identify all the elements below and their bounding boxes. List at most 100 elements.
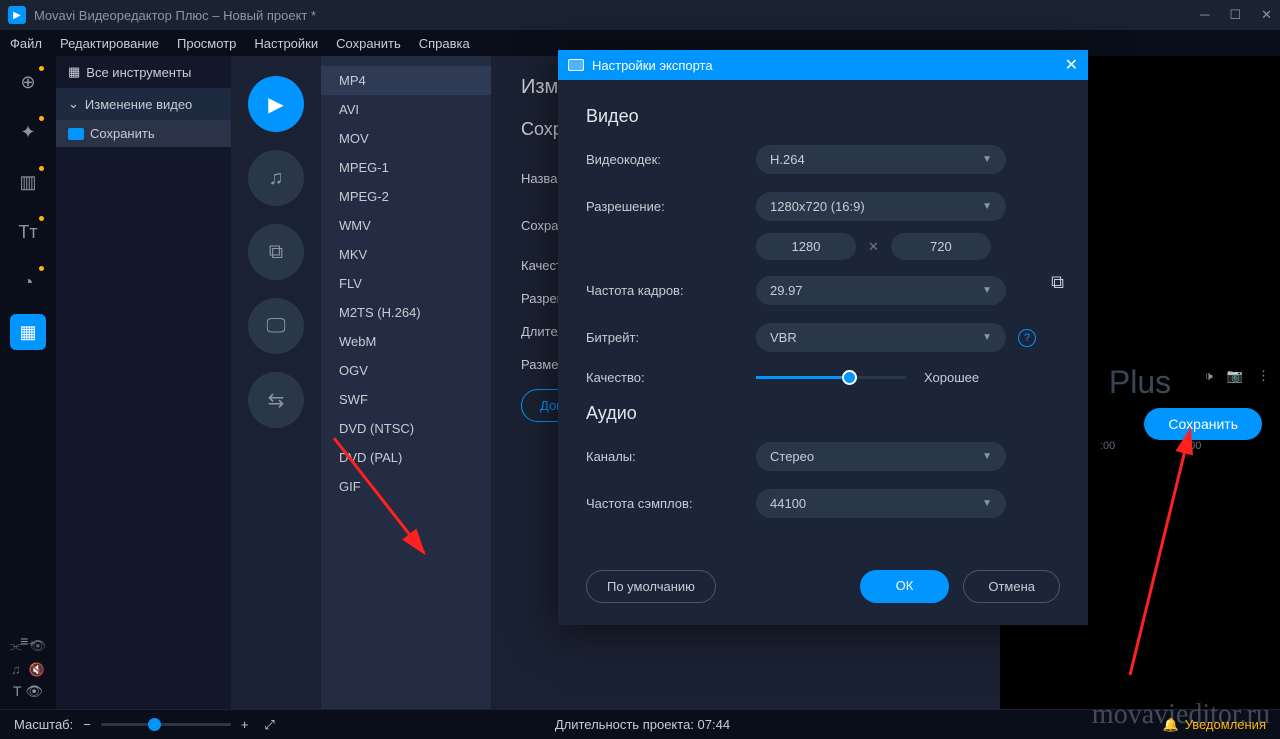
sample-select[interactable]: 44100▼ (756, 489, 1006, 518)
default-button[interactable]: По умолчанию (586, 570, 716, 603)
format-item[interactable]: GIF (321, 472, 491, 501)
format-item[interactable]: MPEG-2 (321, 182, 491, 211)
format-item[interactable]: MP4 (321, 66, 491, 95)
format-item[interactable]: WebM (321, 327, 491, 356)
resolution-select[interactable]: 1280x720 (16:9)▼ (756, 192, 1006, 221)
snapshot-icon[interactable]: 📷 (1227, 368, 1243, 384)
sidepanel-change-video[interactable]: ⌄ Изменение видео (56, 88, 231, 120)
chevron-down-icon: ▼ (982, 451, 992, 462)
track-audio-icon[interactable]: ♫ (11, 662, 21, 678)
ok-button[interactable]: ОК (860, 570, 950, 603)
format-item[interactable]: AVI (321, 95, 491, 124)
resolution-label: Разрешение: (586, 199, 756, 214)
format-item[interactable]: FLV (321, 269, 491, 298)
fps-value: 29.97 (770, 283, 803, 298)
export-video-icon[interactable]: ▶ (248, 76, 304, 132)
codec-select[interactable]: H.264▼ (756, 145, 1006, 174)
preview-toolbar: 🕩 📷 ⋮ (1205, 368, 1270, 384)
notifications[interactable]: 🔔 Уведомления (1163, 717, 1266, 733)
bitrate-value: VBR (770, 330, 797, 345)
tool-text-icon[interactable]: Tᴛ (10, 214, 46, 250)
modal-close-icon[interactable]: ✕ (1065, 55, 1078, 75)
export-audio-icon[interactable]: ♫ (248, 150, 304, 206)
tool-add-icon[interactable]: ⊕ (10, 64, 46, 100)
modal-titlebar: Настройки экспорта ✕ (558, 50, 1088, 80)
link-aspect-icon[interactable]: ⧉ (1051, 272, 1064, 293)
width-input[interactable]: 1280 (756, 233, 856, 260)
bell-icon: 🔔 (1163, 717, 1179, 733)
close-icon[interactable]: ✕ (1261, 7, 1272, 23)
format-item[interactable]: MPEG-1 (321, 153, 491, 182)
maximize-icon[interactable]: ☐ (1229, 7, 1241, 23)
channels-value: Стерео (770, 449, 814, 464)
zoom-label: Масштаб: (14, 717, 73, 732)
export-tv-icon[interactable]: 🖵 (248, 298, 304, 354)
statusbar: Масштаб: − + ⤢ Длительность проекта: 07:… (0, 709, 1280, 739)
save-button[interactable]: Сохранить (1144, 408, 1262, 440)
channels-label: Каналы: (586, 449, 756, 464)
quality-slider-label: Качество: (586, 370, 756, 385)
menu-help[interactable]: Справка (419, 36, 470, 51)
format-item[interactable]: MKV (321, 240, 491, 269)
modal-title-text: Настройки экспорта (592, 58, 713, 73)
timeline-ruler[interactable]: :00 1:00 (1080, 440, 1280, 460)
export-devices-icon[interactable]: ⧉ (248, 224, 304, 280)
sidepanel-save-label: Сохранить (90, 126, 155, 141)
timeline-track-controls: ⫘ 👁 ♫ 🔇 (0, 618, 56, 698)
format-item[interactable]: WMV (321, 211, 491, 240)
volume-icon[interactable]: 🕩 (1205, 368, 1213, 384)
menu-settings[interactable]: Настройки (254, 36, 318, 51)
fps-select[interactable]: 29.97▼ (756, 276, 1006, 305)
zoom-out-icon[interactable]: − (83, 717, 91, 732)
tool-apps-icon[interactable]: ▦ (10, 314, 46, 350)
zoom-in-icon[interactable]: + (241, 717, 249, 732)
video-heading: Видео (586, 106, 1060, 127)
track-eye-icon[interactable]: 👁 (30, 638, 47, 654)
format-item[interactable]: M2TS (H.264) (321, 298, 491, 327)
height-input[interactable]: 720 (891, 233, 991, 260)
menu-edit[interactable]: Редактирование (60, 36, 159, 51)
track-mute-icon[interactable]: 🔇 (29, 662, 45, 678)
duration-label: Длительность проекта: (555, 717, 694, 732)
quality-slider[interactable] (756, 376, 906, 379)
modal-icon (568, 59, 584, 71)
notifications-label: Уведомления (1185, 717, 1266, 732)
format-item[interactable]: DVD (NTSC) (321, 414, 491, 443)
channels-select[interactable]: Стерео ▼ (756, 442, 1006, 471)
zoom-control: Масштаб: − + ⤢ (14, 717, 275, 733)
format-item[interactable]: OGV (321, 356, 491, 385)
tool-sticker-icon[interactable]: ◔ (10, 264, 46, 300)
chevron-down-icon: ▼ (982, 154, 992, 165)
menu-save[interactable]: Сохранить (336, 36, 401, 51)
codec-label: Видеокодек: (586, 152, 756, 167)
track-link-icon[interactable]: ⫘ (10, 638, 22, 654)
titlebar: ▶ Movavi Видеоредактор Плюс – Новый прое… (0, 0, 1280, 30)
bitrate-select[interactable]: VBR▼ (756, 323, 1006, 352)
sidepanel-all-tools[interactable]: ▦ Все инструменты (56, 56, 231, 88)
resolution-value: 1280x720 (16:9) (770, 199, 865, 214)
export-settings-modal: Настройки экспорта ✕ Видео Видеокодек: H… (558, 50, 1088, 625)
bitrate-label: Битрейт: (586, 330, 756, 345)
help-icon[interactable]: ? (1018, 329, 1036, 347)
export-share-icon[interactable]: ⇆ (248, 372, 304, 428)
sidepanel-save[interactable]: Сохранить (56, 120, 231, 147)
audio-heading: Аудио (586, 403, 1060, 424)
tool-filter-icon[interactable]: ▥ (10, 164, 46, 200)
tool-magic-icon[interactable]: ✦ (10, 114, 46, 150)
project-duration: Длительность проекта: 07:44 (555, 717, 730, 732)
format-item[interactable]: MOV (321, 124, 491, 153)
menu-view[interactable]: Просмотр (177, 36, 236, 51)
zoom-fit-icon[interactable]: ⤢ (264, 717, 274, 733)
cancel-button[interactable]: Отмена (963, 570, 1060, 603)
menu-file[interactable]: Файл (10, 36, 42, 51)
minimize-icon[interactable]: ─ (1200, 7, 1209, 23)
more-icon[interactable]: ⋮ (1257, 368, 1270, 384)
ruler-tick-label: 1:00 (1180, 440, 1201, 452)
sample-label: Частота сэмплов: (586, 496, 756, 511)
format-item[interactable]: DVD (PAL) (321, 443, 491, 472)
times-icon: ✕ (868, 239, 879, 255)
export-category-strip: ▶ ♫ ⧉ 🖵 ⇆ (231, 56, 321, 709)
format-item[interactable]: SWF (321, 385, 491, 414)
sidepanel-change-video-label: Изменение видео (85, 97, 192, 112)
zoom-slider[interactable] (101, 723, 231, 726)
